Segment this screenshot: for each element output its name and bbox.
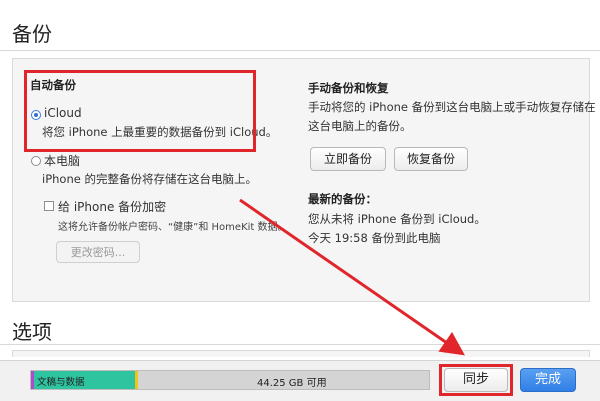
annotation-arrow-line [239,198,465,356]
annotation-arrow [239,198,465,356]
